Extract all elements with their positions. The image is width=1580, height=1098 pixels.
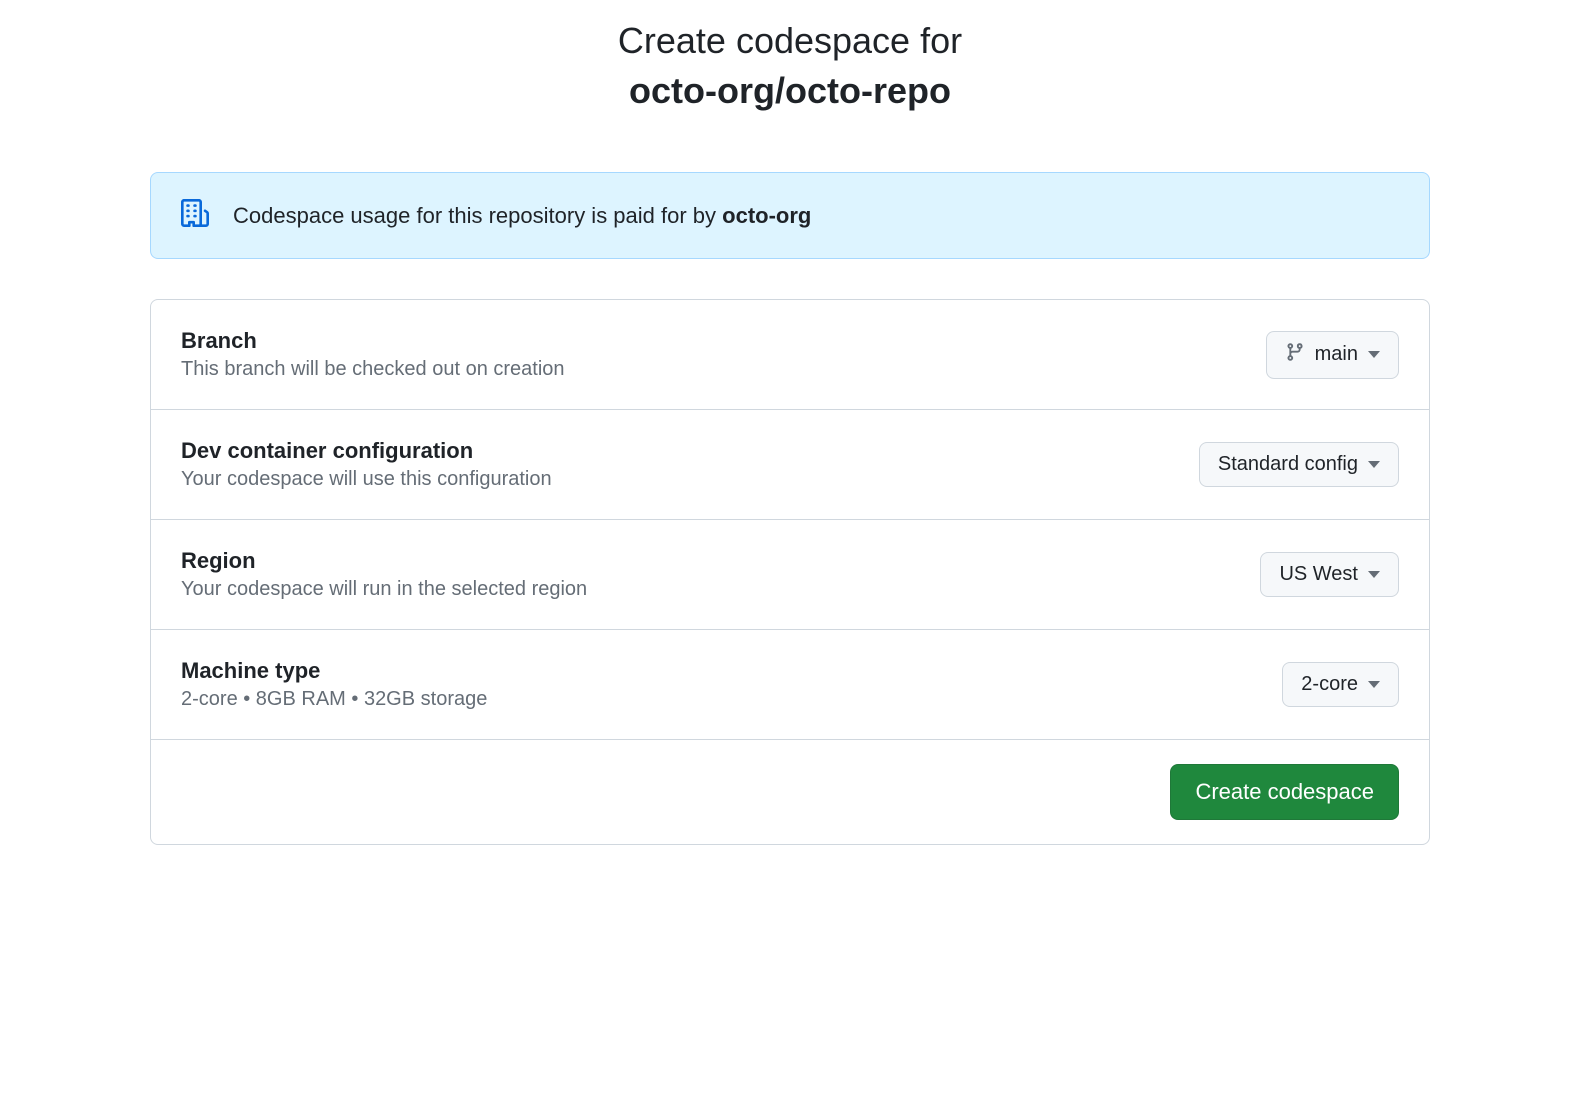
- region-value: US West: [1279, 563, 1358, 586]
- branch-title: Branch: [181, 328, 565, 354]
- region-row: Region Your codespace will run in the se…: [151, 520, 1429, 630]
- devcontainer-value: Standard config: [1218, 453, 1358, 476]
- branch-selector[interactable]: main: [1266, 331, 1399, 379]
- billing-text-prefix: Codespace usage for this repository is p…: [233, 203, 722, 228]
- machine-title: Machine type: [181, 658, 487, 684]
- devcontainer-selector[interactable]: Standard config: [1199, 442, 1399, 487]
- branch-row: Branch This branch will be checked out o…: [151, 300, 1429, 410]
- billing-payer: octo-org: [722, 203, 811, 228]
- page-title-repo: octo-org/octo-repo: [150, 70, 1430, 112]
- page-title-line1: Create codespace for: [150, 20, 1430, 62]
- machine-selector[interactable]: 2-core: [1282, 662, 1399, 707]
- machine-desc: 2-core • 8GB RAM • 32GB storage: [181, 688, 487, 711]
- devcontainer-row: Dev container configuration Your codespa…: [151, 410, 1429, 520]
- footer-row: Create codespace: [151, 740, 1429, 844]
- region-selector[interactable]: US West: [1260, 552, 1399, 597]
- region-desc: Your codespace will run in the selected …: [181, 578, 587, 601]
- region-title: Region: [181, 548, 587, 574]
- billing-text: Codespace usage for this repository is p…: [233, 203, 811, 229]
- organization-icon: [181, 199, 209, 232]
- git-branch-icon: [1285, 342, 1305, 368]
- caret-down-icon: [1368, 681, 1380, 688]
- create-codespace-button[interactable]: Create codespace: [1170, 764, 1399, 820]
- devcontainer-desc: Your codespace will use this configurati…: [181, 468, 552, 491]
- caret-down-icon: [1368, 351, 1380, 358]
- branch-desc: This branch will be checked out on creat…: [181, 358, 565, 381]
- machine-value: 2-core: [1301, 673, 1358, 696]
- caret-down-icon: [1368, 571, 1380, 578]
- caret-down-icon: [1368, 461, 1380, 468]
- branch-value: main: [1315, 343, 1358, 366]
- devcontainer-title: Dev container configuration: [181, 438, 552, 464]
- page-header: Create codespace for octo-org/octo-repo: [150, 20, 1430, 112]
- billing-banner: Codespace usage for this repository is p…: [150, 172, 1430, 259]
- machine-row: Machine type 2-core • 8GB RAM • 32GB sto…: [151, 630, 1429, 740]
- options-panel: Branch This branch will be checked out o…: [150, 299, 1430, 845]
